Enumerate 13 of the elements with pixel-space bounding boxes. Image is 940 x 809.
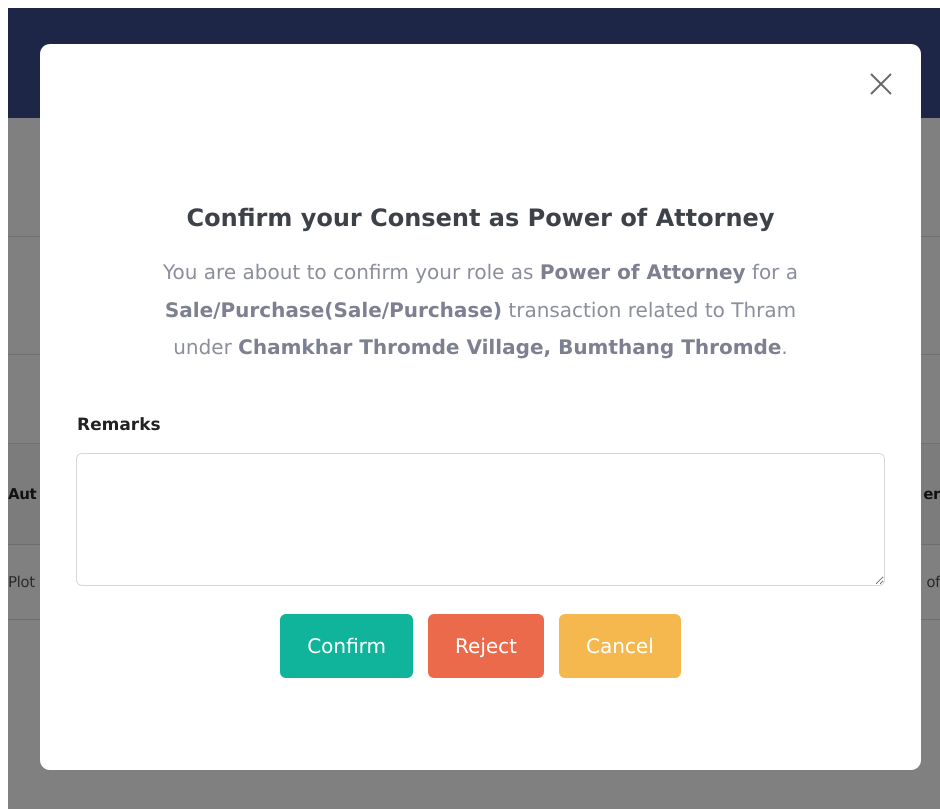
confirm-button[interactable]: Confirm: [280, 614, 414, 678]
cancel-button[interactable]: Cancel: [559, 614, 681, 678]
remarks-field[interactable]: [76, 452, 885, 586]
reject-button[interactable]: Reject: [428, 614, 544, 678]
column-header: er: [923, 485, 940, 503]
table-cell: Plot: [8, 573, 35, 591]
column-header: Aut: [8, 485, 36, 503]
close-button[interactable]: [868, 71, 894, 97]
dialog-message: You are about to confirm your role as Power of Attorney for a Sale/Purchase(Sale/Purchase) transaction related to Thram under Chamkhar Thromde Village, Bumthang Thromde.: [162, 259, 800, 361]
close-icon: [870, 73, 892, 95]
dialog-title: Confirm your Consent as Power of Attorney: [186, 204, 774, 232]
remarks-label: Remarks: [77, 414, 161, 434]
table-cell: of: [926, 573, 940, 591]
